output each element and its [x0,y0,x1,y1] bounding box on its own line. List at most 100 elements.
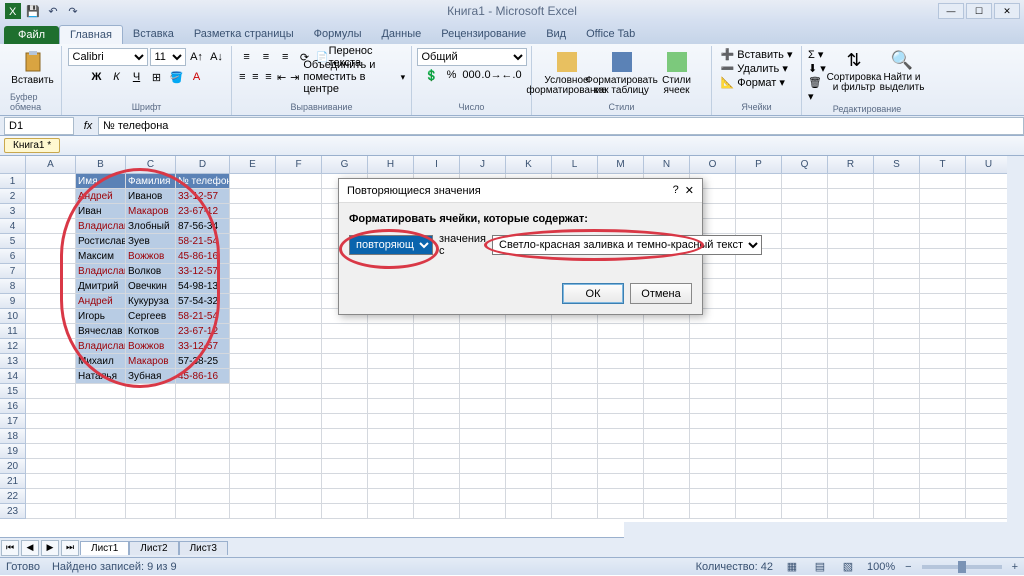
cell[interactable] [552,459,598,474]
cell[interactable] [828,504,874,519]
cell[interactable] [26,279,76,294]
cell[interactable] [126,429,176,444]
cell[interactable] [230,174,276,189]
cell[interactable] [414,429,460,444]
cell[interactable] [644,489,690,504]
cell[interactable]: Вожжов [126,339,176,354]
cell[interactable] [920,354,966,369]
currency-icon[interactable]: 💲 [423,66,441,84]
cell[interactable] [126,414,176,429]
cell[interactable] [736,429,782,444]
cell[interactable]: 33-12-57 [176,339,230,354]
ribbon-tab-6[interactable]: Вид [536,25,576,44]
cell[interactable] [26,354,76,369]
align-center-icon[interactable]: ≡ [250,68,261,86]
cell[interactable] [828,384,874,399]
cell[interactable] [690,369,736,384]
cell[interactable] [126,444,176,459]
cell[interactable] [644,459,690,474]
cell[interactable] [76,429,126,444]
cell[interactable] [920,309,966,324]
cell[interactable] [644,444,690,459]
cell[interactable] [26,459,76,474]
cell[interactable] [276,294,322,309]
cell[interactable] [966,444,1012,459]
cell[interactable] [552,429,598,444]
cell[interactable] [230,414,276,429]
cell[interactable] [230,504,276,519]
cancel-button[interactable]: Отмена [630,283,692,304]
row-header[interactable]: 4 [0,219,26,234]
cell[interactable] [828,399,874,414]
cell[interactable] [460,399,506,414]
row-header[interactable]: 22 [0,489,26,504]
cell[interactable] [874,504,920,519]
cell[interactable] [920,489,966,504]
cell[interactable] [460,489,506,504]
column-header[interactable]: Q [782,156,828,174]
cell[interactable]: Сергеев [126,309,176,324]
cell[interactable] [230,444,276,459]
cell[interactable] [460,354,506,369]
cell[interactable] [966,459,1012,474]
cell[interactable] [230,429,276,444]
ribbon-tab-4[interactable]: Данные [371,25,431,44]
cell[interactable] [690,399,736,414]
cell[interactable]: Кукуруза [126,294,176,309]
zoom-out-icon[interactable]: − [905,561,911,573]
cell[interactable] [126,489,176,504]
cell[interactable] [920,339,966,354]
cell[interactable] [782,204,828,219]
cell[interactable] [460,324,506,339]
cell[interactable] [368,444,414,459]
cell[interactable] [460,459,506,474]
cell[interactable] [598,459,644,474]
cell[interactable] [690,414,736,429]
cell[interactable] [920,174,966,189]
cell[interactable] [920,324,966,339]
cell[interactable] [76,444,126,459]
cell[interactable] [276,279,322,294]
ribbon-tab-1[interactable]: Вставка [123,25,184,44]
cell[interactable]: Котков [126,324,176,339]
cell[interactable] [230,309,276,324]
row-header[interactable]: 14 [0,369,26,384]
cell[interactable] [736,279,782,294]
cell[interactable]: 57-38-25 [176,354,230,369]
cell[interactable] [552,339,598,354]
cell[interactable] [644,399,690,414]
align-mid-icon[interactable]: ≡ [257,48,274,66]
cell[interactable] [26,309,76,324]
cell[interactable] [598,399,644,414]
cell[interactable] [966,234,1012,249]
vertical-scrollbar[interactable] [1007,156,1024,526]
cell[interactable] [690,444,736,459]
cell[interactable] [552,414,598,429]
cell[interactable] [26,369,76,384]
comma-icon[interactable]: 000 [463,66,481,84]
cell[interactable] [690,504,736,519]
name-box[interactable]: D1 [4,117,74,135]
font-name-select[interactable]: Calibri [68,48,148,66]
paste-button[interactable]: Вставить [5,48,60,88]
cell[interactable] [828,219,874,234]
cell[interactable] [368,459,414,474]
cell[interactable] [230,204,276,219]
row-header[interactable]: 13 [0,354,26,369]
cell[interactable] [230,354,276,369]
cell[interactable] [736,489,782,504]
cell[interactable]: 87-56-34 [176,219,230,234]
cell[interactable] [176,399,230,414]
cell[interactable] [460,339,506,354]
cell[interactable] [874,429,920,444]
align-right-icon[interactable]: ≡ [263,68,274,86]
cell[interactable] [966,264,1012,279]
cell[interactable] [874,414,920,429]
cell[interactable] [76,474,126,489]
cell[interactable] [690,474,736,489]
cell[interactable] [176,429,230,444]
cell[interactable] [322,504,368,519]
cell[interactable] [690,324,736,339]
cell[interactable] [598,444,644,459]
cell[interactable] [126,504,176,519]
